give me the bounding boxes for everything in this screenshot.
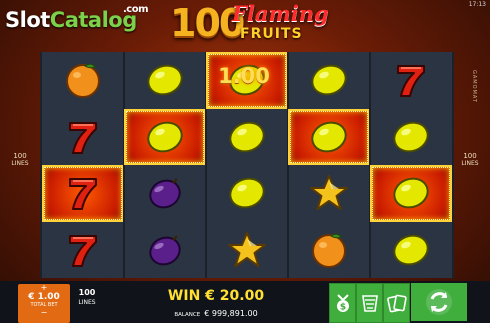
reel-cell: [288, 52, 370, 109]
reel-cell: [124, 52, 206, 109]
lemon-icon: [391, 117, 431, 157]
win-overlay: 1.00: [218, 64, 270, 88]
spin-button[interactable]: [411, 283, 467, 321]
lemon-icon: [391, 173, 431, 213]
logo-fruits: FRUITS: [240, 26, 303, 42]
lines-indicator-right: 100 LINES: [450, 152, 490, 168]
lemon-icon: [309, 117, 349, 157]
game-logo: 100 Flaming FRUITS: [170, 1, 330, 49]
plum-icon: [145, 173, 185, 213]
reel-cell: [42, 52, 124, 109]
total-bet-value: € 1.00: [28, 292, 60, 302]
gamble-icon: $: [336, 294, 349, 313]
reel-cell: [124, 165, 206, 222]
reel-cell: [206, 109, 288, 166]
win-message: WIN € 20.00: [167, 288, 265, 304]
reel-cell: [288, 165, 370, 222]
cards-button[interactable]: [383, 283, 410, 323]
lines-value: 100: [78, 288, 96, 297]
lines-panel: 100 LINES: [74, 287, 100, 321]
brand-logo: SlotCatalog .com: [5, 4, 149, 32]
lines-label: LINES: [78, 299, 96, 306]
brand-slot: Slot: [5, 8, 50, 32]
lines-indicator-left: 100 LINES: [0, 152, 40, 168]
reel-cell: [124, 108, 206, 165]
reel-cell: [288, 108, 370, 165]
reel-cell: [288, 222, 370, 279]
seven-icon: [391, 60, 431, 100]
seven-icon: [63, 117, 103, 157]
lines-left-label: LINES: [11, 160, 29, 167]
seven-icon: [63, 230, 103, 270]
reel-cell: [370, 222, 452, 279]
lines-left-value: 100: [13, 152, 27, 160]
seven-icon: [63, 173, 103, 213]
lemon-icon: [227, 117, 267, 157]
reel-cell: [370, 52, 452, 109]
lemon-icon: [145, 60, 185, 100]
reel-cell: [370, 165, 452, 222]
paytable-button[interactable]: [356, 283, 383, 323]
total-bet-panel[interactable]: + € 1.00 TOTAL BET −: [18, 284, 70, 323]
brand-domain: .com: [123, 4, 149, 15]
star-icon: [227, 230, 267, 270]
lines-right-label: LINES: [461, 160, 479, 167]
svg-text:$: $: [339, 303, 345, 313]
orange-icon: [309, 230, 349, 270]
reel-cell: [42, 165, 124, 222]
reel-cell: [206, 165, 288, 222]
balance-value: € 999,891.00: [204, 309, 258, 318]
lemon-icon: [391, 230, 431, 270]
reel-cell: [370, 109, 452, 166]
clock: 17:13: [468, 1, 486, 8]
reel-cell: [206, 222, 288, 279]
bet-plus-button[interactable]: +: [18, 284, 70, 292]
lemon-icon: [309, 60, 349, 100]
cards-icon: [386, 294, 407, 313]
reel-cell: [124, 222, 206, 279]
balance-display: BALANCE € 999,891.00: [104, 309, 328, 318]
provider-label: GAMOMAT: [471, 70, 477, 103]
logo-flaming: Flaming: [232, 1, 329, 26]
autospin-icon: [426, 289, 452, 315]
lines-right-value: 100: [463, 152, 477, 160]
orange-icon: [63, 60, 103, 100]
reel-cell: [42, 222, 124, 279]
star-icon: [309, 173, 349, 213]
plum-icon: [145, 230, 185, 270]
bet-minus-button[interactable]: −: [18, 309, 70, 317]
gamble-button[interactable]: $: [329, 283, 356, 323]
reel-cell: [42, 109, 124, 166]
lemon-icon: [145, 117, 185, 157]
header: SlotCatalog .com 100 Flaming FRUITS 17:1…: [0, 0, 490, 50]
lemon-icon: [227, 173, 267, 213]
paytable-icon: [361, 295, 378, 312]
balance-label: BALANCE: [174, 312, 201, 318]
